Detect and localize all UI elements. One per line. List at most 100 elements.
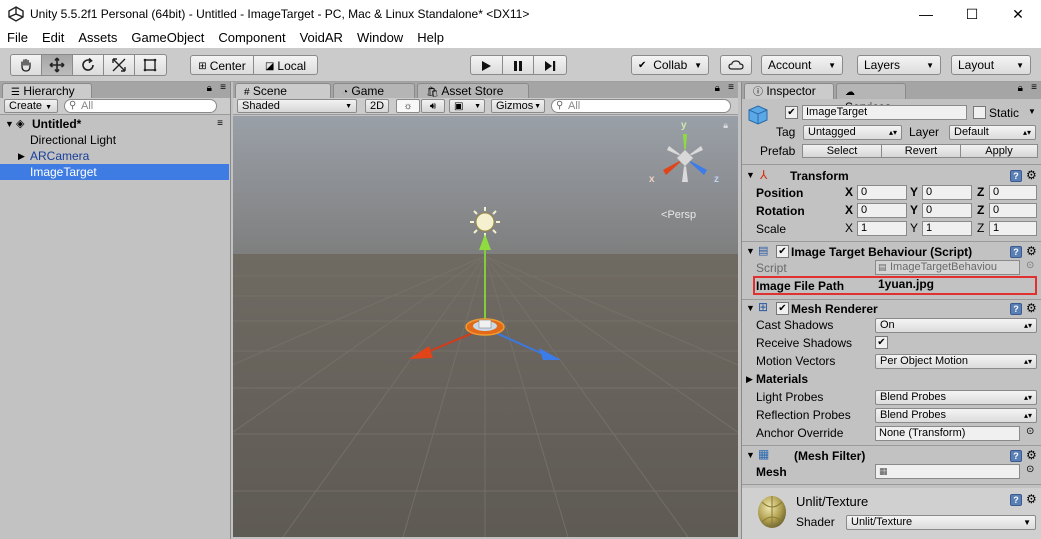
rotation-z-input[interactable]: 0 bbox=[989, 203, 1037, 218]
audio-toggle[interactable]: 🔊︎ bbox=[421, 99, 445, 113]
create-button[interactable]: Create ▼ bbox=[4, 99, 58, 113]
layer-dropdown[interactable]: Default ▴▾ bbox=[949, 125, 1036, 140]
list-item[interactable]: ImageTarget bbox=[0, 164, 229, 180]
scene-viewport[interactable]: y x z <Persp 🔒︎ bbox=[233, 116, 738, 537]
pivot-local-button[interactable]: ◪ Local bbox=[254, 56, 317, 74]
shading-dropdown[interactable]: Shaded ▼ bbox=[237, 99, 357, 113]
tag-dropdown[interactable]: Untagged ▴▾ bbox=[803, 125, 902, 140]
collapse-triangle-icon[interactable]: ▼ bbox=[746, 450, 755, 460]
panel-menu-icon[interactable]: ≡ bbox=[220, 82, 226, 93]
scene-search-input[interactable]: ⚲ All bbox=[551, 99, 731, 113]
scene-root-row[interactable]: ▼ ◈ Untitled* ≡ bbox=[0, 116, 229, 132]
motion-vectors-dropdown[interactable]: Per Object Motion ▴▾ bbox=[875, 354, 1037, 369]
layers-dropdown[interactable]: Layers ▼ bbox=[857, 55, 941, 75]
prefab-select-button[interactable]: Select bbox=[802, 144, 882, 158]
lock-icon[interactable]: 🔒︎ bbox=[715, 83, 720, 94]
expand-triangle-icon[interactable]: ▼ bbox=[5, 116, 14, 132]
scale-x-input[interactable]: 1 bbox=[857, 221, 907, 236]
active-checkbox[interactable]: ✔ bbox=[785, 106, 798, 119]
pause-button[interactable] bbox=[503, 56, 535, 74]
maximize-button[interactable]: ☐ bbox=[949, 0, 995, 28]
tab-hierarchy[interactable]: ☰ Hierarchy bbox=[2, 83, 92, 99]
expand-triangle-icon[interactable]: ▶ bbox=[746, 374, 753, 385]
gear-icon[interactable]: ⚙ bbox=[1026, 448, 1037, 462]
prefab-apply-button[interactable]: Apply bbox=[960, 144, 1038, 158]
position-x-input[interactable]: 0 bbox=[857, 185, 907, 200]
gizmos-dropdown[interactable]: Gizmos ▼ bbox=[491, 99, 545, 113]
image-target-behaviour-header[interactable]: ▼ ▤ ✔ Image Target Behaviour (Script) ? … bbox=[742, 243, 1041, 261]
help-book-icon[interactable]: ? bbox=[1010, 494, 1022, 506]
gear-icon[interactable]: ⚙ bbox=[1026, 244, 1037, 258]
image-file-path-input[interactable]: 1yuan.jpg bbox=[875, 278, 1033, 293]
rotation-x-input[interactable]: 0 bbox=[857, 203, 907, 218]
scale-tool-button[interactable] bbox=[104, 55, 135, 75]
help-book-icon[interactable]: ? bbox=[1010, 170, 1022, 182]
mode-2d-button[interactable]: 2D bbox=[365, 99, 389, 113]
cast-shadows-dropdown[interactable]: On ▴▾ bbox=[875, 318, 1037, 333]
lock-icon[interactable]: 🔒︎ bbox=[723, 120, 728, 131]
mesh-renderer-header[interactable]: ▼ ⊞ ✔ Mesh Renderer ? ⚙ bbox=[742, 300, 1041, 318]
reflection-probes-dropdown[interactable]: Blend Probes ▴▾ bbox=[875, 408, 1037, 423]
collapse-triangle-icon[interactable]: ▼ bbox=[746, 303, 755, 313]
collapse-triangle-icon[interactable]: ▼ bbox=[746, 246, 755, 256]
gear-icon[interactable]: ⚙ bbox=[1026, 301, 1037, 315]
receive-shadows-checkbox[interactable]: ✔ bbox=[875, 336, 888, 349]
tab-game[interactable]: ◔ Game bbox=[333, 83, 415, 99]
menu-file[interactable]: File bbox=[0, 28, 35, 48]
position-z-input[interactable]: 0 bbox=[989, 185, 1037, 200]
list-item[interactable]: Directional Light bbox=[0, 132, 229, 148]
static-checkbox[interactable] bbox=[973, 106, 986, 119]
move-tool-button[interactable] bbox=[42, 55, 73, 75]
help-book-icon[interactable]: ? bbox=[1010, 303, 1022, 315]
tab-scene[interactable]: # Scene bbox=[235, 83, 331, 99]
menu-help[interactable]: Help bbox=[410, 28, 451, 48]
close-button[interactable]: ✕ bbox=[995, 0, 1041, 28]
anchor-override-field[interactable]: None (Transform) bbox=[875, 426, 1020, 441]
object-picker-icon[interactable]: ⊙ bbox=[1026, 464, 1034, 475]
pivot-center-button[interactable]: ⊞ Center bbox=[191, 56, 255, 74]
hand-tool-button[interactable] bbox=[11, 55, 42, 75]
minimize-button[interactable]: — bbox=[903, 0, 949, 28]
persp-toggle[interactable]: <Persp bbox=[661, 209, 696, 221]
light-probes-dropdown[interactable]: Blend Probes ▴▾ bbox=[875, 390, 1037, 405]
effects-dropdown[interactable]: ▣ ▼ bbox=[449, 99, 485, 113]
prefab-revert-button[interactable]: Revert bbox=[881, 144, 961, 158]
step-button[interactable] bbox=[534, 56, 566, 74]
position-y-input[interactable]: 0 bbox=[922, 185, 972, 200]
menu-window[interactable]: Window bbox=[350, 28, 410, 48]
component-enabled-checkbox[interactable]: ✔ bbox=[776, 245, 789, 258]
rotate-tool-button[interactable] bbox=[73, 55, 104, 75]
layout-dropdown[interactable]: Layout ▼ bbox=[951, 55, 1031, 75]
collab-dropdown[interactable]: ✔ Collab ▼ bbox=[631, 55, 709, 75]
panel-menu-icon[interactable]: ≡ bbox=[728, 82, 734, 93]
scale-z-input[interactable]: 1 bbox=[989, 221, 1037, 236]
collapse-triangle-icon[interactable]: ▼ bbox=[746, 170, 755, 180]
help-book-icon[interactable]: ? bbox=[1010, 450, 1022, 462]
lighting-toggle[interactable]: ☼ bbox=[396, 99, 420, 113]
help-book-icon[interactable]: ? bbox=[1010, 246, 1022, 258]
tab-inspector[interactable]: ⓘ Inspector bbox=[744, 83, 834, 99]
tab-services[interactable]: ☁ Services bbox=[836, 83, 906, 114]
object-picker-icon[interactable]: ⊙ bbox=[1026, 426, 1034, 437]
tab-asset-store[interactable]: 🛍︎ Asset Store bbox=[417, 83, 529, 99]
account-dropdown[interactable]: Account ▼ bbox=[761, 55, 843, 75]
menu-edit[interactable]: Edit bbox=[35, 28, 71, 48]
gear-icon[interactable]: ⚙ bbox=[1026, 492, 1037, 506]
cloud-button[interactable] bbox=[720, 55, 752, 75]
gear-icon[interactable]: ⚙ bbox=[1026, 168, 1037, 182]
lock-icon[interactable]: 🔒︎ bbox=[1018, 83, 1023, 94]
menu-component[interactable]: Component bbox=[211, 28, 292, 48]
panel-menu-icon[interactable]: ≡ bbox=[1031, 82, 1037, 93]
mesh-field[interactable]: ▦ bbox=[875, 464, 1020, 479]
transform-header[interactable]: ▼ ⅄ Transform ? ⚙ bbox=[742, 167, 1041, 185]
component-enabled-checkbox[interactable]: ✔ bbox=[776, 302, 789, 315]
object-name-input[interactable]: ImageTarget bbox=[802, 105, 967, 120]
chevron-down-icon[interactable]: ▼ bbox=[1028, 107, 1036, 116]
list-item[interactable]: ▶ ARCamera bbox=[0, 148, 229, 164]
menu-voidar[interactable]: VoidAR bbox=[293, 28, 350, 48]
shader-dropdown[interactable]: Unlit/Texture ▼ bbox=[846, 515, 1036, 530]
mesh-filter-header[interactable]: ▼ ▦ (Mesh Filter) ? ⚙ bbox=[742, 447, 1041, 465]
play-button[interactable] bbox=[471, 56, 503, 74]
rect-tool-button[interactable] bbox=[135, 55, 166, 75]
menu-gameobject[interactable]: GameObject bbox=[124, 28, 211, 48]
